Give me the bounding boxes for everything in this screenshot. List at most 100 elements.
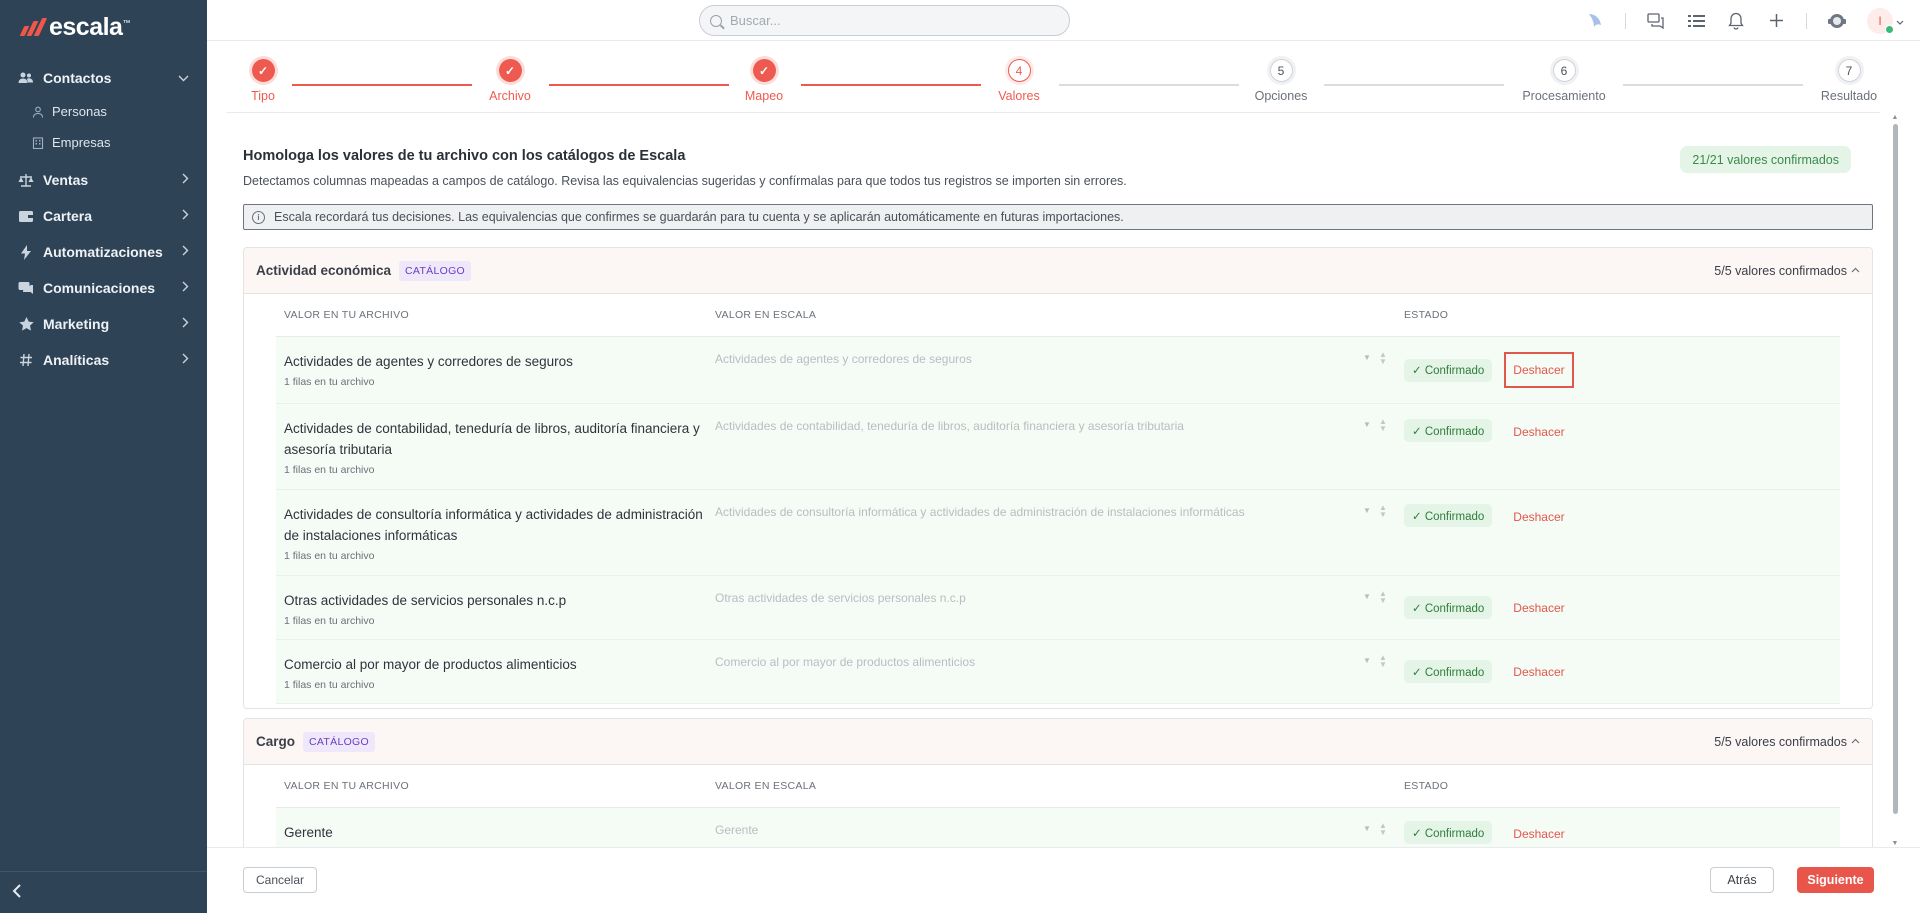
chevron-right-icon <box>182 209 189 223</box>
drag-handle-icon[interactable]: ▲ ▼ <box>1379 822 1387 837</box>
scroll-thumb[interactable] <box>1893 124 1898 814</box>
topbar-actions: I <box>1585 0 1904 41</box>
person-icon <box>32 106 44 118</box>
chevron-right-icon <box>182 173 189 187</box>
page-subtitle: Detectamos columnas mapeadas a campos de… <box>243 174 1127 188</box>
catalog-section-actividad: Actividad económica CATÁLOGO 5/5 valores… <box>243 247 1873 709</box>
drag-handle-icon[interactable]: ▲ ▼ <box>1379 590 1387 605</box>
step-mapeo[interactable]: ✓ Mapeo <box>704 59 824 103</box>
scale-icon <box>18 172 34 188</box>
wallet-icon <box>18 208 34 224</box>
escala-value-select[interactable]: Otras actividades de servicios personale… <box>715 590 1404 606</box>
table-row: Gerente Gerente ▼ ▲ ▼ ✓ Confirmado Deshac… <box>276 808 1840 847</box>
undo-button[interactable]: Deshacer <box>1504 419 1573 450</box>
status-badge: ✓ Confirmado <box>1404 504 1493 527</box>
search-box[interactable] <box>699 5 1070 36</box>
undo-button[interactable]: Deshacer <box>1504 352 1574 388</box>
caret-down-icon: ▼ <box>1363 656 1371 665</box>
search-input[interactable] <box>730 13 1030 28</box>
sidebar-item-analiticas[interactable]: Analíticas <box>0 342 207 378</box>
escala-value-select[interactable]: Comercio al por mayor de productos alime… <box>715 654 1404 670</box>
logo-mark-icon <box>19 18 48 36</box>
chevron-up-icon <box>1851 265 1860 276</box>
sidebar-item-contactos[interactable]: Contactos <box>0 60 207 96</box>
logo[interactable]: escala™ <box>0 0 207 54</box>
bell-icon[interactable] <box>1726 11 1746 31</box>
users-icon <box>18 70 34 86</box>
scroll-down-icon[interactable]: ▼ <box>1890 840 1900 847</box>
star-icon <box>18 316 34 332</box>
escala-value-select[interactable]: Actividades de agentes y corredores de s… <box>715 351 1404 367</box>
caret-down-icon: ▼ <box>1363 353 1371 362</box>
cancel-button[interactable]: Cancelar <box>243 867 317 893</box>
chevron-up-icon <box>1851 736 1860 747</box>
escala-value-select[interactable]: Actividades de contabilidad, teneduría d… <box>715 418 1404 434</box>
table-header: VALOR EN TU ARCHIVO VALOR EN ESCALA ESTA… <box>276 765 1840 808</box>
status-badge: ✓ Confirmado <box>1404 358 1493 382</box>
step-opciones[interactable]: 5 Opciones <box>1221 59 1341 103</box>
avatar[interactable]: I <box>1867 7 1894 34</box>
list-icon[interactable] <box>1686 11 1706 31</box>
undo-button[interactable]: Deshacer <box>1504 654 1573 690</box>
check-icon: ✓ <box>498 59 522 82</box>
drag-handle-icon[interactable]: ▲ ▼ <box>1379 504 1387 519</box>
step-resultado[interactable]: 7 Resultado <box>1789 59 1909 103</box>
feather-icon[interactable] <box>1585 11 1605 31</box>
sidebar-item-personas[interactable]: Personas <box>0 96 207 127</box>
messages-icon[interactable] <box>1646 11 1666 31</box>
table-header: VALOR EN TU ARCHIVO VALOR EN ESCALA ESTA… <box>276 294 1840 337</box>
next-button[interactable]: Siguiente <box>1797 867 1874 893</box>
section-header[interactable]: Cargo CATÁLOGO 5/5 valores confirmados <box>244 719 1872 765</box>
info-icon: i <box>252 210 265 224</box>
info-notice: i Escala recordará tus decisiones. Las e… <box>243 204 1873 230</box>
step-connector <box>801 84 981 86</box>
main-scrollbar[interactable]: ▲ ▼ <box>1890 114 1900 847</box>
wizard-footer: Cancelar Atrás Siguiente <box>207 847 1920 913</box>
building-icon <box>32 136 44 149</box>
scroll-up-icon[interactable]: ▲ <box>1890 114 1900 121</box>
drag-handle-icon[interactable]: ▲ ▼ <box>1379 351 1387 366</box>
catalog-section-cargo: Cargo CATÁLOGO 5/5 valores confirmados V… <box>243 718 1873 847</box>
check-icon: ✓ <box>752 59 776 82</box>
section-count: 5/5 valores confirmados <box>1714 735 1860 749</box>
support-headset-icon[interactable] <box>1827 11 1847 31</box>
table-row: Comercio al por mayor de productos alime… <box>276 640 1840 704</box>
sidebar-item-automatizaciones[interactable]: Automatizaciones <box>0 234 207 270</box>
chevron-right-icon <box>182 281 189 295</box>
plus-icon[interactable] <box>1766 11 1786 31</box>
undo-button[interactable]: Deshacer <box>1504 590 1573 626</box>
user-menu[interactable]: I <box>1867 7 1904 34</box>
escala-value-select[interactable]: Actividades de consultoría informática y… <box>715 504 1404 520</box>
step-connector <box>549 84 729 86</box>
sidebar-item-empresas[interactable]: Empresas <box>0 127 207 158</box>
back-button[interactable]: Atrás <box>1710 867 1774 893</box>
total-confirmed-badge: 21/21 valores confirmados <box>1680 146 1851 173</box>
import-stepper: ✓ Tipo ✓ Archivo ✓ Mapeo 4 Valores 5 Opc… <box>227 41 1880 113</box>
sidebar-item-marketing[interactable]: Marketing <box>0 306 207 342</box>
undo-button[interactable]: Deshacer <box>1504 504 1573 535</box>
step-archivo[interactable]: ✓ Archivo <box>450 59 570 103</box>
sidebar-item-cartera[interactable]: Cartera <box>0 198 207 234</box>
sidebar-item-comunicaciones[interactable]: Comunicaciones <box>0 270 207 306</box>
notice-text: Escala recordará tus decisiones. Las equ… <box>274 210 1124 224</box>
catalog-badge: CATÁLOGO <box>303 731 375 752</box>
topbar: I <box>207 0 1920 41</box>
step-tipo[interactable]: ✓ Tipo <box>203 59 323 103</box>
chevron-right-icon <box>182 317 189 331</box>
step-connector <box>1059 84 1239 86</box>
drag-handle-icon[interactable]: ▲ ▼ <box>1379 654 1387 669</box>
section-count: 5/5 valores confirmados <box>1714 264 1860 278</box>
undo-button[interactable]: Deshacer <box>1504 821 1573 847</box>
step-connector <box>1324 84 1504 86</box>
escala-value-select[interactable]: Gerente ▼ ▲ ▼ <box>715 822 1404 838</box>
step-valores[interactable]: 4 Valores <box>959 59 1079 103</box>
table-row: Actividades de agentes y corredores de s… <box>276 337 1840 404</box>
catalog-badge: CATÁLOGO <box>399 260 472 281</box>
sidebar-item-ventas[interactable]: Ventas <box>0 162 207 198</box>
drag-handle-icon[interactable]: ▲ ▼ <box>1379 418 1387 433</box>
collapse-sidebar-button[interactable] <box>0 871 207 913</box>
step-procesamiento[interactable]: 6 Procesamiento <box>1504 59 1624 103</box>
section-header[interactable]: Actividad económica CATÁLOGO 5/5 valores… <box>244 248 1872 294</box>
status-badge: ✓ Confirmado <box>1404 596 1493 619</box>
values-table: VALOR EN TU ARCHIVO VALOR EN ESCALA ESTA… <box>276 294 1840 704</box>
